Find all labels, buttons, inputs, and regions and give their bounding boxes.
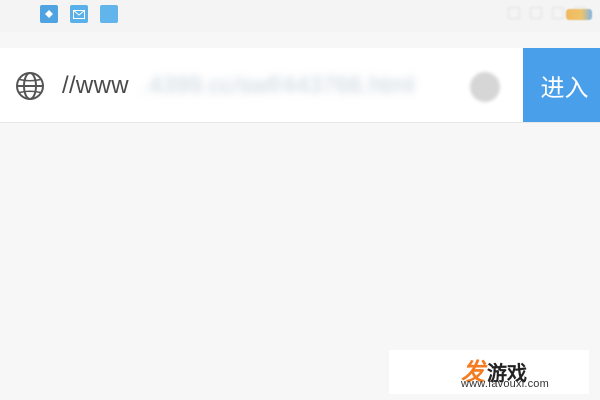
alarm-icon xyxy=(508,7,520,19)
url-text-obscured: .4399.cc/swf/443766.html xyxy=(142,72,415,99)
mail-notification-icon xyxy=(70,5,88,23)
app-notification-icon xyxy=(100,5,118,23)
globe-icon xyxy=(16,72,44,100)
url-text-visible: //www xyxy=(62,72,129,99)
clear-icon[interactable] xyxy=(470,72,500,102)
vibrate-icon xyxy=(530,7,542,19)
watermark-domain: www.favouxi.com xyxy=(461,378,549,390)
enter-button[interactable]: 进入 xyxy=(523,48,600,122)
status-bar xyxy=(0,0,600,32)
app-notification-icon xyxy=(40,5,58,23)
notification-icons xyxy=(40,5,118,23)
wifi-icon xyxy=(552,7,564,19)
address-bar: //www .4399.cc/swf/443766.html xyxy=(0,48,600,122)
watermark: 发 游戏 www.favouxi.com xyxy=(389,350,589,394)
battery-icon xyxy=(566,9,592,20)
